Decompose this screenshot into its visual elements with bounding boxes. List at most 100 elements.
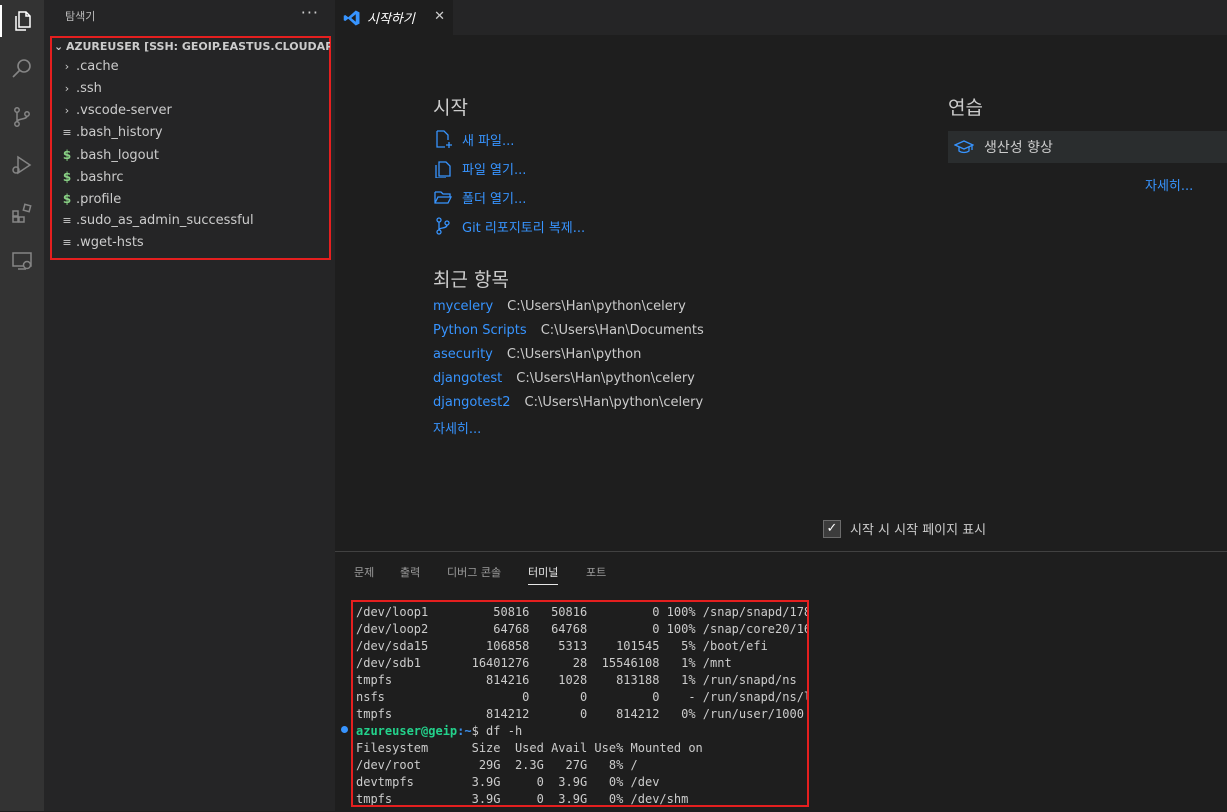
tab-label: 시작하기 xyxy=(367,12,415,27)
tab-problems[interactable]: 문제 xyxy=(354,564,374,580)
practice-heading: 연습 xyxy=(948,97,983,119)
open-file-icon xyxy=(435,161,451,178)
chevron-right-icon: › xyxy=(64,60,70,73)
terminal-highlight[interactable]: /dev/loop1 50816 50816 0 100% /snap/snap… xyxy=(351,600,809,807)
terminal-line: tmpfs 3.9G 0 3.9G 0% /dev/shm xyxy=(356,792,689,806)
tab-terminal[interactable]: 터미널 xyxy=(528,564,559,585)
bottom-panel: 문제 출력 디버그 콘솔 터미널 포트 /dev/loop1 50816 508… xyxy=(335,551,1227,812)
chevron-right-icon: › xyxy=(64,82,70,95)
workspace-root[interactable]: ⌄AZUREUSER [SSH: GEOIP.EASTUS.CLOUDAPP.A… xyxy=(54,40,330,56)
terminal-line: devtmpfs 3.9G 0 3.9G 0% /dev xyxy=(356,775,660,789)
tree-item-label: .ssh xyxy=(76,81,102,96)
shell-file-icon: $ xyxy=(62,170,72,184)
tree-item[interactable]: › .ssh xyxy=(60,78,102,100)
explorer-icon[interactable] xyxy=(0,5,38,37)
tree-item[interactable]: ≡ .bash_history xyxy=(60,122,163,144)
welcome-page: 시작 새 파일... 파일 열기... 폴더 열기... Git 리포지토리 복… xyxy=(335,35,1227,551)
mortarboard-icon xyxy=(954,140,974,154)
lines-file-icon: ≡ xyxy=(62,214,72,227)
tree-item-label: .bash_history xyxy=(76,125,163,140)
shell-file-icon: $ xyxy=(62,192,72,206)
new-file-icon xyxy=(436,130,452,148)
search-icon[interactable] xyxy=(6,53,38,85)
recent-more-link[interactable]: 자세히... xyxy=(433,418,481,437)
clone-git-link[interactable]: Git 리포지토리 복제... xyxy=(433,216,585,236)
tree-item[interactable]: $ .profile xyxy=(60,188,121,210)
recent-name[interactable]: mycelery xyxy=(433,299,493,314)
tab-output[interactable]: 출력 xyxy=(400,564,420,580)
recent-item[interactable]: djangotest2 C:\Users\Han\python\celery xyxy=(433,395,703,410)
shell-file-icon: $ xyxy=(62,148,72,162)
sidebar-title: 탐색기 xyxy=(65,10,96,23)
terminal-line: nsfs 0 0 0 - /run/snapd/ns/lxd.mnt xyxy=(356,690,809,704)
tree-item-label: .bash_logout xyxy=(76,148,159,163)
terminal-line: /dev/sdb1 16401276 28 15546108 1% /mnt xyxy=(356,656,732,670)
terminal-line: /dev/loop1 50816 50816 0 100% /snap/snap… xyxy=(356,605,809,619)
recent-item[interactable]: asecurity C:\Users\Han\python xyxy=(433,347,641,362)
recent-path: C:\Users\Han\python\celery xyxy=(507,299,686,314)
tree-item[interactable]: ≡ .sudo_as_admin_successful xyxy=(60,210,254,232)
command-decoration-icon[interactable] xyxy=(341,726,348,733)
file-tree-highlight: ⌄AZUREUSER [SSH: GEOIP.EASTUS.CLOUDAPP.A… xyxy=(50,36,331,260)
recent-path: C:\Users\Han\python\celery xyxy=(524,395,704,410)
vscode-logo-icon xyxy=(343,10,360,25)
source-control-icon[interactable] xyxy=(6,101,38,133)
recent-item[interactable]: djangotest C:\Users\Han\python\celery xyxy=(433,371,695,386)
activity-bar xyxy=(0,0,44,811)
show-on-startup-toggle[interactable]: ✓ 시작 시 시작 페이지 표시 xyxy=(823,519,986,538)
chevron-down-icon: ⌄ xyxy=(54,40,64,53)
recent-item[interactable]: mycelery C:\Users\Han\python\celery xyxy=(433,299,686,314)
tree-item[interactable]: › .cache xyxy=(60,56,119,78)
chevron-right-icon: › xyxy=(64,104,70,117)
git-branch-icon xyxy=(436,217,450,235)
more-actions-icon[interactable]: ··· xyxy=(301,3,319,22)
close-icon[interactable]: ✕ xyxy=(434,9,445,24)
terminal-line: /dev/sda15 106858 5313 101545 5% /boot/e… xyxy=(356,639,768,653)
terminal-line: Filesystem Size Used Avail Use% Mounted … xyxy=(356,741,703,755)
practice-more-link[interactable]: 자세히... xyxy=(1145,175,1193,194)
prompt-user: azureuser@geip xyxy=(356,724,458,738)
prompt-command: $ df -h xyxy=(471,724,523,738)
recent-name[interactable]: djangotest xyxy=(433,371,502,386)
tree-item-label: .bashrc xyxy=(76,170,124,185)
show-on-startup-label: 시작 시 시작 페이지 표시 xyxy=(850,523,987,538)
tab-debug-console[interactable]: 디버그 콘솔 xyxy=(447,564,501,580)
tree-item[interactable]: $ .bashrc xyxy=(60,166,124,188)
recent-path: C:\Users\Han\Documents xyxy=(540,323,704,338)
recent-name[interactable]: Python Scripts xyxy=(433,323,527,338)
terminal-line: tmpfs 814216 1028 813188 1% /run/snapd/n… xyxy=(356,673,797,687)
open-folder-label: 폴더 열기... xyxy=(462,191,527,207)
clone-git-label: Git 리포지토리 복제... xyxy=(462,220,586,236)
recent-name[interactable]: djangotest2 xyxy=(433,395,511,410)
open-file-label: 파일 열기... xyxy=(462,162,527,178)
recent-heading: 최근 항목 xyxy=(433,269,509,291)
workspace-root-label: AZUREUSER [SSH: GEOIP.EASTUS.CLOUDAPP.AZ… xyxy=(66,40,330,53)
tree-item-label: .sudo_as_admin_successful xyxy=(76,213,254,228)
open-folder-link[interactable]: 폴더 열기... xyxy=(433,187,526,207)
extensions-icon[interactable] xyxy=(6,197,38,229)
terminal-output[interactable]: /dev/loop1 50816 50816 0 100% /snap/snap… xyxy=(356,604,809,806)
tree-item[interactable]: $ .bash_logout xyxy=(60,144,159,166)
editor-tab-bar: 시작하기 ✕ xyxy=(335,0,1227,35)
tree-item[interactable]: ≡ .wget-hsts xyxy=(60,232,143,254)
run-debug-icon[interactable] xyxy=(6,149,38,181)
new-file-label: 새 파일... xyxy=(462,133,515,149)
productivity-item[interactable]: 생산성 향상 xyxy=(948,131,1227,163)
tab-welcome[interactable]: 시작하기 ✕ xyxy=(335,0,453,35)
recent-item[interactable]: Python Scripts C:\Users\Han\Documents xyxy=(433,323,704,338)
tree-item-label: .profile xyxy=(76,192,122,207)
tree-item[interactable]: › .vscode-server xyxy=(60,100,172,122)
terminal-line: /dev/loop2 64768 64768 0 100% /snap/core… xyxy=(356,622,809,636)
remote-explorer-icon[interactable] xyxy=(6,245,38,277)
terminal-prompt-line: azureuser@geip:~$ df -h xyxy=(356,723,807,740)
recent-path: C:\Users\Han\python\celery xyxy=(516,371,695,386)
checkbox-checked-icon[interactable]: ✓ xyxy=(823,519,841,538)
lines-file-icon: ≡ xyxy=(62,126,72,139)
recent-name[interactable]: asecurity xyxy=(433,347,493,362)
open-file-link[interactable]: 파일 열기... xyxy=(433,158,526,178)
productivity-label: 생산성 향상 xyxy=(984,140,1053,156)
tab-ports[interactable]: 포트 xyxy=(586,564,606,580)
open-folder-icon xyxy=(434,191,453,204)
terminal-line: tmpfs 814212 0 814212 0% /run/user/1000 xyxy=(356,707,804,721)
new-file-link[interactable]: 새 파일... xyxy=(433,129,514,149)
